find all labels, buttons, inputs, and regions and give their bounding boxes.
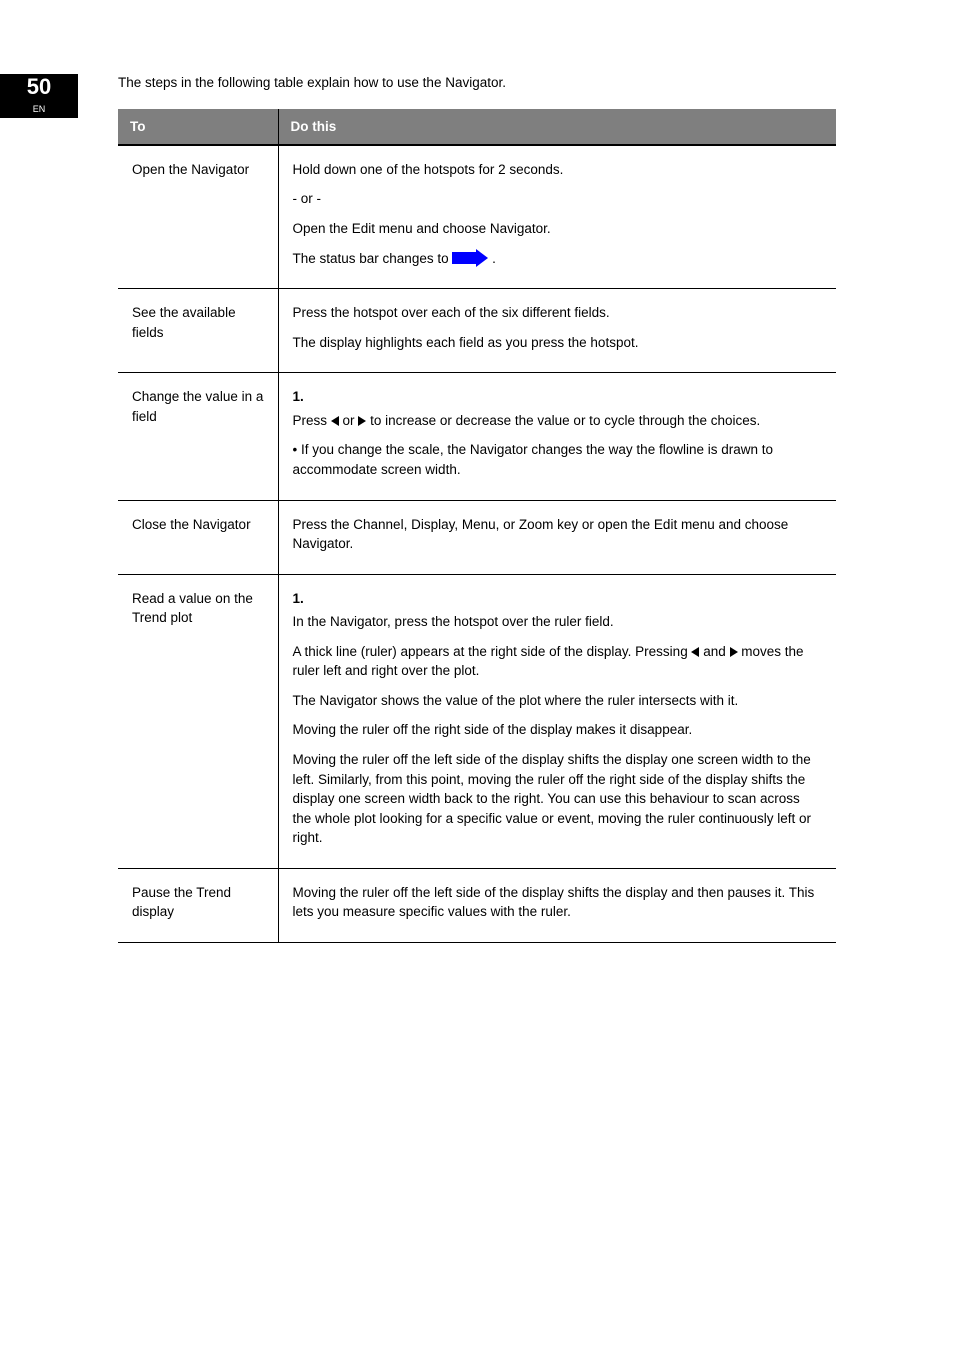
row-instructions: 1. Press or to increase or decrease the …	[278, 373, 836, 500]
row-label: Read a value on the Trend plot	[118, 574, 278, 868]
instruction-text: Open the Edit menu and choose Navigator.	[293, 219, 823, 239]
instruction-text: The display highlights each field as you…	[293, 333, 823, 353]
navigator-instructions-table: To Do this Open the Navigator Hold down …	[118, 109, 836, 943]
row-label: Open the Navigator	[118, 145, 278, 289]
row-instructions: Press the hotspot over each of the six d…	[278, 289, 836, 373]
row-label: Pause the Trend display	[118, 868, 278, 942]
instruction-text: 1. Press or to increase or decrease the …	[293, 387, 823, 430]
table-row: Pause the Trend display Moving the ruler…	[118, 868, 836, 942]
text-fragment: A thick line (ruler) appears at the righ…	[293, 644, 692, 659]
d-arrow-icon	[452, 250, 488, 266]
row-label: See the available fields	[118, 289, 278, 373]
table-row: Read a value on the Trend plot 1. In the…	[118, 574, 836, 868]
table-row: Open the Navigator Hold down one of the …	[118, 145, 836, 289]
step-number: 1.	[293, 589, 823, 609]
step-number: 1.	[293, 387, 823, 407]
text-fragment: or	[343, 413, 359, 428]
triangle-left-icon	[331, 416, 339, 426]
page-section-label: EN	[0, 98, 78, 120]
column-header-do-this: Do this	[278, 109, 836, 145]
text-fragment: .	[492, 251, 496, 266]
triangle-right-icon	[358, 416, 366, 426]
text-fragment: Press	[293, 413, 331, 428]
row-label: Change the value in a field	[118, 373, 278, 500]
instruction-text: Press the hotspot over each of the six d…	[293, 303, 823, 323]
page-corner-tab: 50 EN	[0, 74, 78, 118]
row-instructions: Moving the ruler off the left side of th…	[278, 868, 836, 942]
page-number: 50	[0, 76, 78, 98]
column-header-to: To	[118, 109, 278, 145]
instruction-text: The status bar changes to .	[293, 249, 823, 269]
row-instructions: 1. In the Navigator, press the hotspot o…	[278, 574, 836, 868]
table-row: Close the Navigator Press the Channel, D…	[118, 500, 836, 574]
text-fragment: and	[703, 644, 729, 659]
table-row: See the available fields Press the hotsp…	[118, 289, 836, 373]
instruction-text: - or -	[293, 189, 823, 209]
intro-paragraph: The steps in the following table explain…	[118, 74, 836, 93]
instruction-text: Hold down one of the hotspots for 2 seco…	[293, 160, 823, 180]
row-instructions: Press the Channel, Display, Menu, or Zoo…	[278, 500, 836, 574]
row-label: Close the Navigator	[118, 500, 278, 574]
instruction-text: The Navigator shows the value of the plo…	[293, 691, 823, 711]
triangle-right-icon	[730, 647, 738, 657]
instruction-text: • If you change the scale, the Navigator…	[293, 440, 823, 479]
text-fragment: to increase or decrease the value or to …	[370, 413, 760, 428]
table-row: Change the value in a field 1. Press or …	[118, 373, 836, 500]
instruction-text: A thick line (ruler) appears at the righ…	[293, 642, 823, 681]
instruction-text: Moving the ruler off the right side of t…	[293, 720, 823, 740]
text-fragment: The status bar changes to	[293, 251, 453, 266]
instruction-text: Moving the ruler off the left side of th…	[293, 750, 823, 848]
text-fragment: In the Navigator, press the hotspot over…	[293, 614, 614, 629]
row-instructions: Hold down one of the hotspots for 2 seco…	[278, 145, 836, 289]
instruction-text: 1. In the Navigator, press the hotspot o…	[293, 589, 823, 632]
triangle-left-icon	[691, 647, 699, 657]
